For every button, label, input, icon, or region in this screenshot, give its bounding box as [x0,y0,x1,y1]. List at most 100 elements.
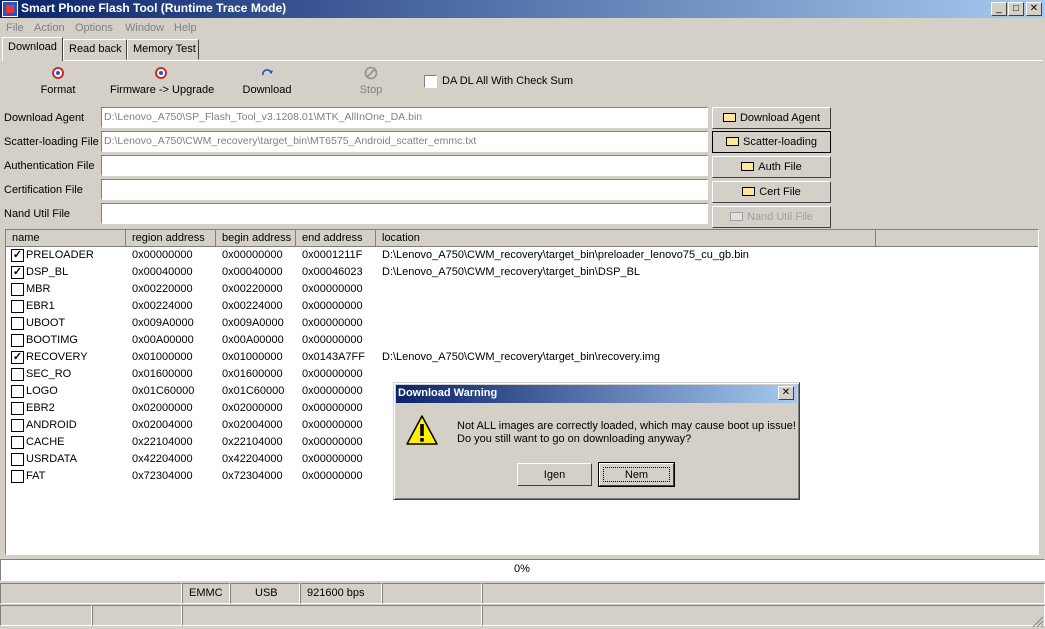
row-checkbox[interactable]: ✓ [11,351,24,364]
table-row[interactable]: EBR1 0x00224000 0x00224000 0x00000000 [6,299,1036,316]
row-checkbox[interactable] [11,334,24,347]
end-address-cell: 0x0001211F [302,249,363,261]
location-cell: D:\Lenovo_A750\CWM_recovery\target_bin\p… [382,249,749,261]
auth-file-button-label: Auth File [758,161,802,173]
row-checkbox[interactable] [11,470,24,483]
cert-file-label: Certification File [4,184,83,196]
menu-action[interactable]: Action [34,22,65,34]
row-checkbox[interactable] [11,436,24,449]
table-row[interactable]: ✓ DSP_BL 0x00040000 0x00040000 0x00046023 D:\… [6,265,1036,282]
da-checksum-checkbox[interactable] [424,75,437,88]
download-agent-button-label: Download Agent [739,112,821,124]
region-address-cell: 0x22104000 [132,436,193,448]
end-address-cell: 0x00000000 [302,453,363,465]
status-cell-6 [482,583,1045,604]
table-row[interactable]: UBOOT 0x009A0000 0x009A0000 0x00000000 [6,316,1036,333]
close-button[interactable]: ✕ [1026,2,1042,16]
minimize-button[interactable]: _ [991,2,1007,16]
maximize-button[interactable]: □ [1008,2,1024,16]
tab-download[interactable]: Download [2,37,63,61]
table-row[interactable]: ✓ RECOVERY 0x01000000 0x01000000 0x0143A7FF D… [6,350,1036,367]
row-checkbox[interactable]: ✓ [11,249,24,262]
scatter-file-field[interactable]: D:\Lenovo_A750\CWM_recovery\target_bin\M… [101,131,708,152]
dialog-no-button[interactable]: Nem [598,462,675,487]
end-address-cell: 0x00000000 [302,385,363,397]
status-cell-10 [482,605,1045,626]
nand-util-file-button-label: Nand Util File [746,211,814,223]
region-address-cell: 0x02004000 [132,419,193,431]
column-header-name[interactable]: name [6,230,126,247]
table-row[interactable]: MBR 0x00220000 0x00220000 0x00000000 [6,282,1036,299]
begin-address-cell: 0x00040000 [222,266,283,278]
end-address-cell: 0x00046023 [302,266,363,278]
download-agent-label: Download Agent [4,112,85,124]
progress-text: 0% [514,563,530,575]
row-checkbox[interactable] [11,317,24,330]
end-address-cell: 0x0143A7FF [302,351,365,363]
download-agent-field[interactable]: D:\Lenovo_A750\SP_Flash_Tool_v3.1208.01\… [101,107,708,128]
partition-name-cell: EBR2 [26,402,55,414]
column-header-location[interactable]: location [376,230,876,247]
row-checkbox[interactable] [11,385,24,398]
begin-address-cell: 0x00224000 [222,300,283,312]
partition-name-cell: SEC_RO [26,368,72,380]
download-label: Download [242,84,292,96]
region-address-cell: 0x01600000 [132,368,193,380]
dialog-yes-button[interactable]: Igen [517,463,592,486]
dialog-close-button[interactable]: ✕ [778,386,794,400]
nand-util-file-label: Nand Util File [4,208,71,220]
cert-file-button[interactable]: Cert File [712,181,831,203]
da-checksum-label: DA DL All With Check Sum [442,75,574,87]
auth-file-button[interactable]: Auth File [712,156,831,178]
cert-file-button-label: Cert File [759,186,801,198]
column-header-end-address[interactable]: end address [296,230,376,247]
row-checkbox[interactable] [11,402,24,415]
menu-file[interactable]: File [6,22,24,34]
status-cell-1 [0,583,182,604]
end-address-cell: 0x00000000 [302,334,363,346]
menu-options[interactable]: Options [75,22,113,34]
table-row[interactable]: ✓ PRELOADER 0x00000000 0x00000000 0x0001211F… [6,248,1036,265]
status-cell-8 [92,605,182,626]
resize-grip-icon[interactable] [1031,615,1044,628]
begin-address-cell: 0x00A00000 [222,334,284,346]
row-checkbox[interactable] [11,453,24,466]
app-icon [2,1,18,17]
column-header-region-address[interactable]: region address [126,230,216,247]
end-address-cell: 0x00000000 [302,436,363,448]
row-checkbox[interactable] [11,419,24,432]
row-checkbox[interactable] [11,300,24,313]
menu-window[interactable]: Window [125,22,164,34]
region-address-cell: 0x42204000 [132,453,193,465]
stop-icon [364,66,378,80]
tab-read-back[interactable]: Read back [63,39,127,60]
dialog-title: Download Warning [398,387,498,399]
tab-memory-test[interactable]: Memory Test [127,39,199,60]
format-button[interactable]: Format [38,66,78,96]
nand-util-file-button[interactable]: Nand Util File [712,206,831,228]
firmware-upgrade-button[interactable]: Firmware -> Upgrade [110,66,214,96]
format-icon [52,67,64,79]
begin-address-cell: 0x02004000 [222,419,283,431]
partition-name-cell: BOOTIMG [26,334,78,346]
download-button[interactable]: Download [240,66,294,96]
status-cell-5 [382,583,482,604]
column-header-begin-address[interactable]: begin address [216,230,296,247]
region-address-cell: 0x01C60000 [132,385,195,397]
end-address-cell: 0x00000000 [302,419,363,431]
row-checkbox[interactable] [11,283,24,296]
scatter-loading-button[interactable]: Scatter-loading [712,131,831,153]
download-agent-button[interactable]: Download Agent [712,107,831,129]
nand-util-file-field[interactable] [101,203,708,224]
auth-file-field[interactable] [101,155,708,176]
cert-file-field[interactable] [101,179,708,200]
status-cell-7 [0,605,92,626]
table-row[interactable]: BOOTIMG 0x00A00000 0x00A00000 0x00000000 [6,333,1036,350]
begin-address-cell: 0x01C60000 [222,385,285,397]
stop-button[interactable]: Stop [356,66,386,96]
format-label: Format [40,84,76,96]
menu-help[interactable]: Help [174,22,197,34]
partition-name-cell: RECOVERY [26,351,88,363]
row-checkbox[interactable]: ✓ [11,266,24,279]
row-checkbox[interactable] [11,368,24,381]
